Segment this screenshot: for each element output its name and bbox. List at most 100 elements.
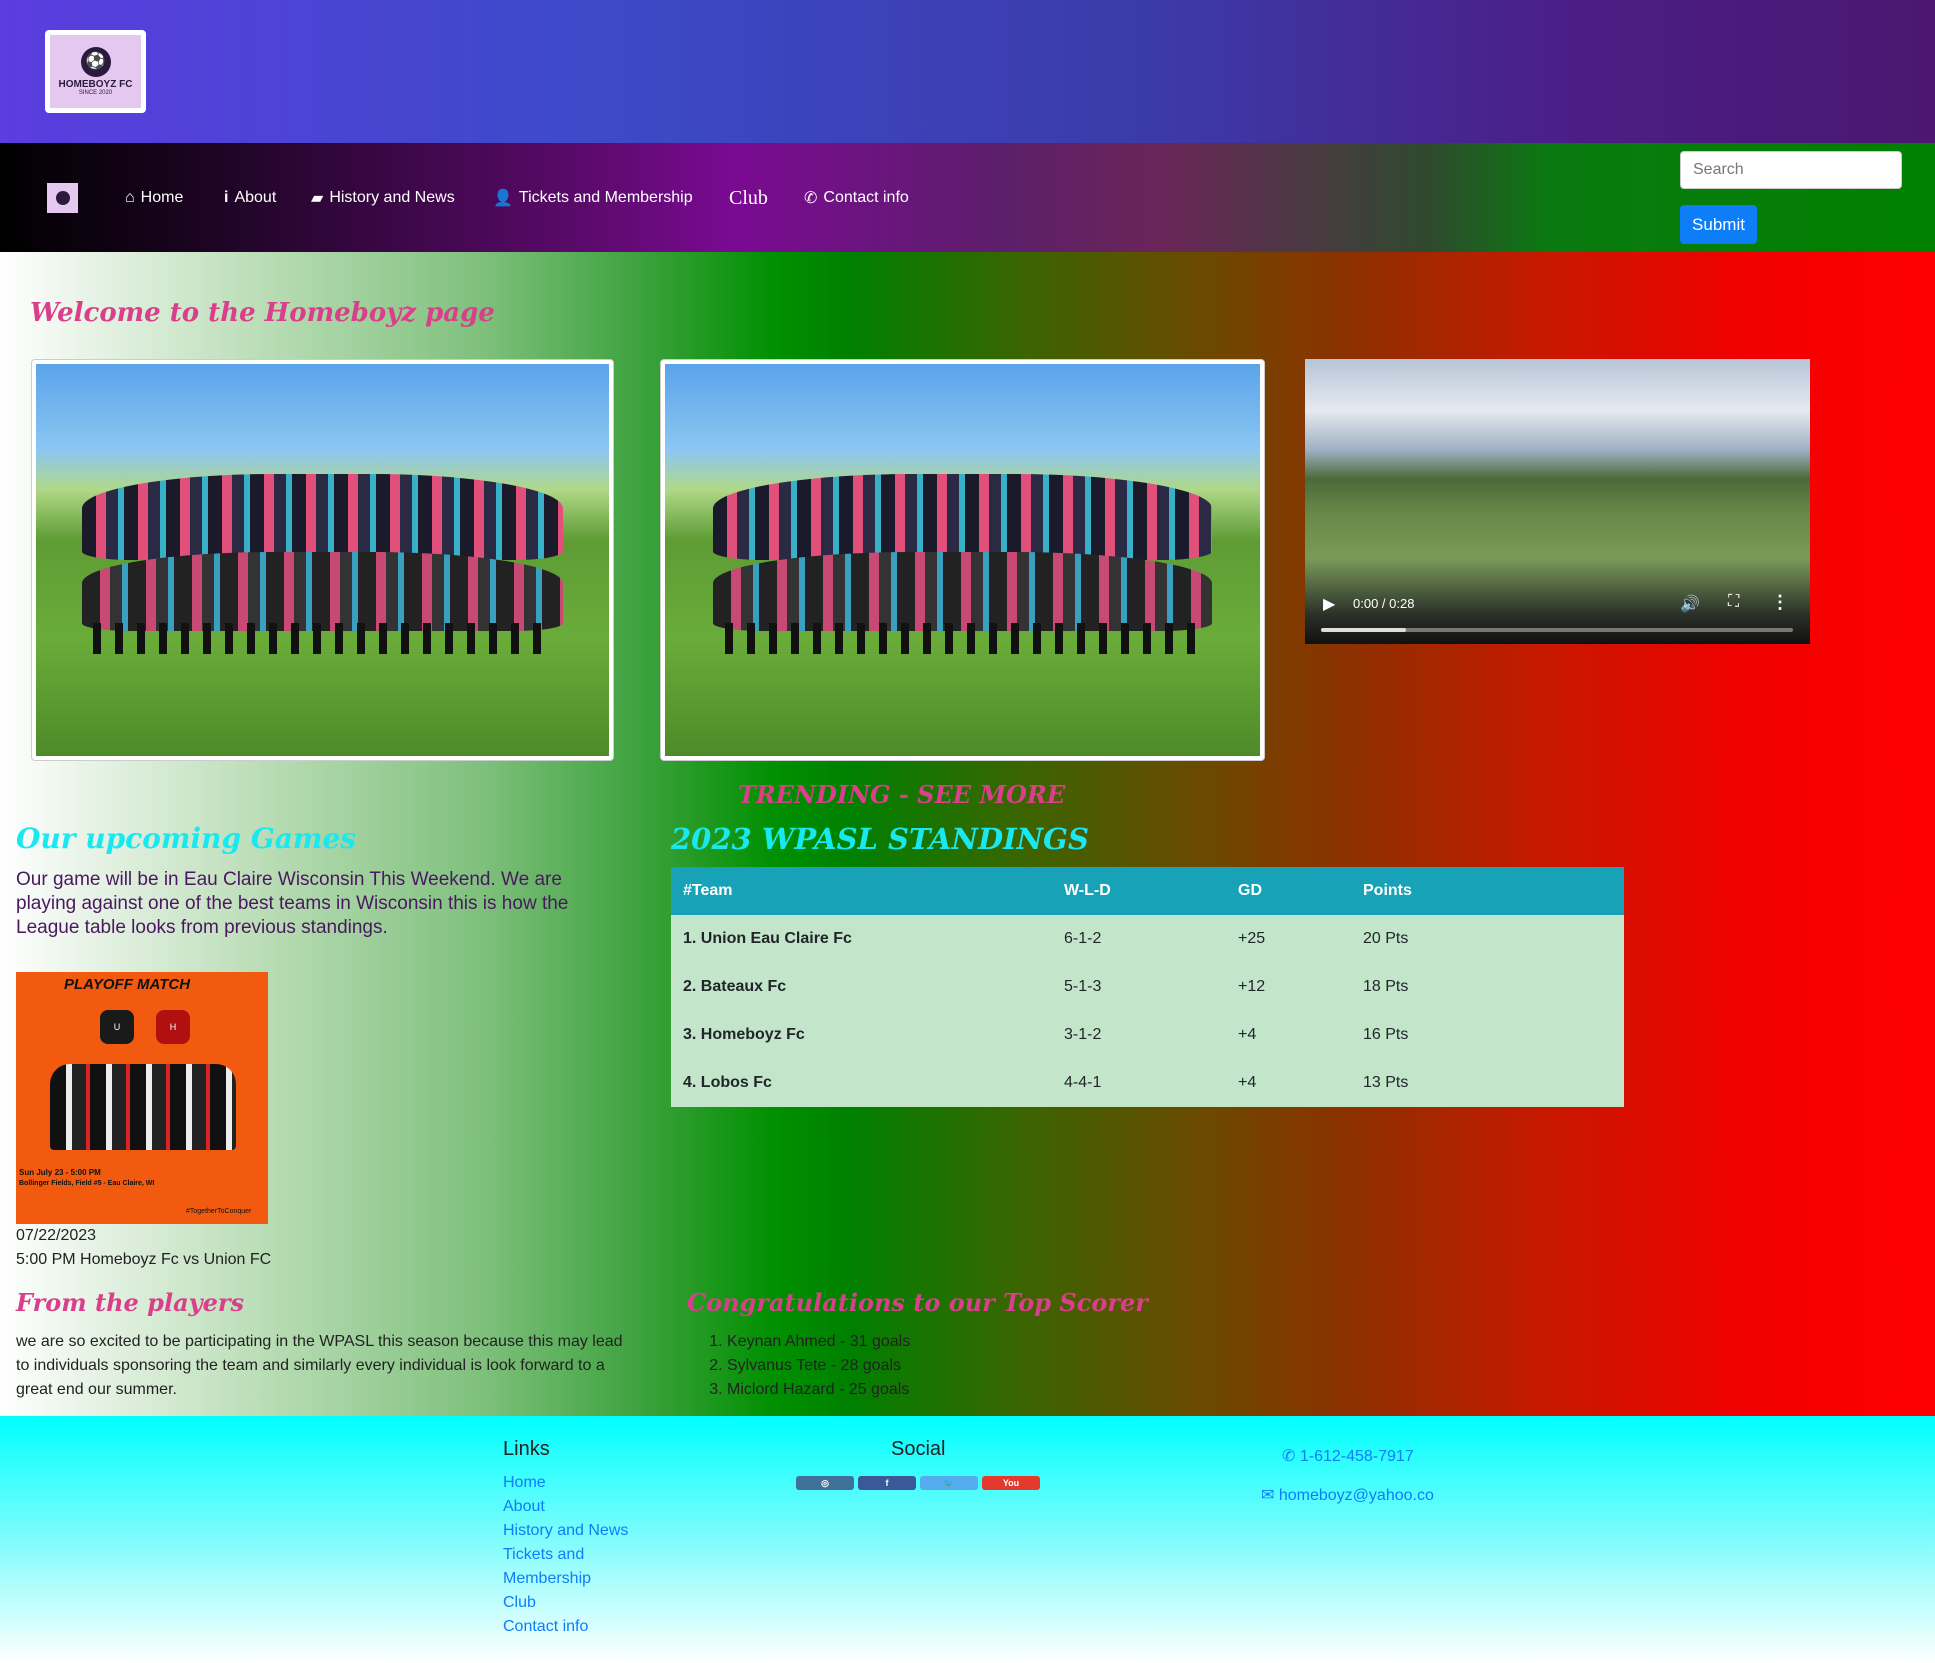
players-front-row bbox=[712, 552, 1213, 631]
list-item: Miclord Hazard - 25 goals bbox=[727, 1378, 910, 1402]
poster-title: PLAYOFF MATCH bbox=[64, 976, 191, 993]
footer-link-about[interactable]: About bbox=[503, 1495, 643, 1519]
points-cell: 13 Pts bbox=[1351, 1059, 1624, 1107]
logo-title: HOMEBOYZ FC bbox=[58, 78, 133, 90]
logo-badge: ⚽ HOMEBOYZ FC SINCE 2020 bbox=[50, 35, 141, 108]
players-back-row bbox=[712, 473, 1213, 560]
footer-link-tickets-membership[interactable]: Tickets and Membership bbox=[503, 1543, 643, 1591]
nav-about-label: About bbox=[234, 189, 277, 206]
fullscreen-icon[interactable]: ⛶ bbox=[1728, 593, 1739, 611]
video-controls: ▶ 0:00 / 0:28 🔊 ⛶ ⋮ bbox=[1305, 584, 1810, 644]
team-cell: 2. Bateaux Fc bbox=[671, 963, 1052, 1011]
soccer-ball-icon bbox=[55, 191, 70, 205]
team-photo-image bbox=[665, 364, 1260, 756]
team-cell: 3. Homeboyz Fc bbox=[671, 1011, 1052, 1059]
game-date: 07/22/2023 bbox=[16, 1227, 97, 1244]
footer-email[interactable]: ✉ homeboyz@yahoo.co bbox=[1261, 1485, 1434, 1505]
nav-home[interactable]: ⌂ Home bbox=[125, 183, 183, 213]
nav-club[interactable]: Club bbox=[729, 183, 768, 213]
team-photo-2 bbox=[660, 359, 1265, 761]
nav-contact-label: Contact info bbox=[823, 189, 909, 206]
table-row: 1. Union Eau Claire Fc 6-1-2 +25 20 Pts bbox=[671, 915, 1624, 963]
facebook-icon[interactable]: f bbox=[858, 1476, 916, 1490]
players-text: we are so excited to be participating in… bbox=[16, 1333, 623, 1398]
points-cell: 20 Pts bbox=[1351, 915, 1624, 963]
players-front-row bbox=[81, 552, 564, 631]
footer-link-contact-info[interactable]: Contact info bbox=[503, 1615, 643, 1639]
team-cell: 4. Lobos Fc bbox=[671, 1059, 1052, 1107]
record-cell: 3-1-2 bbox=[1052, 1011, 1226, 1059]
points-cell: 16 Pts bbox=[1351, 1011, 1624, 1059]
game-description: 5:00 PM Homeboyz Fc vs Union FC bbox=[16, 1251, 272, 1268]
union-crest-icon: U bbox=[100, 1010, 134, 1044]
welcome-heading: Welcome to the Homeboyz page bbox=[30, 298, 495, 328]
nav-tickets-label: Tickets and Membership bbox=[518, 189, 693, 206]
poster-players-image bbox=[50, 1064, 236, 1150]
volume-icon[interactable]: 🔊 bbox=[1680, 594, 1700, 614]
top-scorer-heading: Congratulations to our Top Scorer bbox=[687, 1288, 1148, 1317]
standings-heading: 2023 WPASL STANDINGS bbox=[671, 822, 1089, 856]
info-icon: i bbox=[224, 189, 229, 206]
phone-number: 1-612-458-7917 bbox=[1299, 1448, 1414, 1465]
record-cell: 4-4-1 bbox=[1052, 1059, 1226, 1107]
column-header: Points bbox=[1351, 867, 1624, 915]
nav-history-label: History and News bbox=[329, 189, 455, 206]
footer-links: Home About History and News Tickets and … bbox=[503, 1471, 643, 1639]
footer-link-home[interactable]: Home bbox=[503, 1471, 643, 1495]
social-buttons: ◎ f 🐦 You bbox=[796, 1476, 1040, 1490]
footer-phone[interactable]: ✆ 1-612-458-7917 bbox=[1282, 1446, 1414, 1466]
record-cell: 6-1-2 bbox=[1052, 915, 1226, 963]
instagram-icon[interactable]: ◎ bbox=[796, 1476, 854, 1490]
more-options-icon[interactable]: ⋮ bbox=[1771, 592, 1789, 613]
nav-history-news[interactable]: ▰ History and News bbox=[311, 183, 455, 213]
players-legs bbox=[724, 622, 1201, 655]
upcoming-games-heading: Our upcoming Games bbox=[16, 822, 357, 855]
nav-contact-info[interactable]: ✆ Contact info bbox=[804, 183, 909, 213]
book-icon: ▰ bbox=[311, 190, 324, 207]
home-icon: ⌂ bbox=[125, 189, 135, 206]
twitter-icon[interactable]: 🐦 bbox=[920, 1476, 978, 1490]
team-photo-image bbox=[36, 364, 609, 756]
site-footer bbox=[0, 1416, 1935, 1663]
nav-about[interactable]: i About bbox=[224, 183, 276, 213]
homeboyz-crest-icon: H bbox=[156, 1010, 190, 1044]
list-item: Keynan Ahmed - 31 goals bbox=[727, 1330, 910, 1354]
phone-icon: ✆ bbox=[804, 190, 818, 207]
record-cell: 5-1-3 bbox=[1052, 963, 1226, 1011]
team-photo-1 bbox=[31, 359, 614, 761]
trending-link[interactable]: TRENDING - SEE MORE bbox=[738, 780, 1065, 809]
footer-link-history-news[interactable]: History and News bbox=[503, 1519, 643, 1543]
footer-link-club[interactable]: Club bbox=[503, 1591, 643, 1615]
user-plus-icon: 👤 bbox=[493, 190, 513, 207]
envelope-icon: ✉ bbox=[1261, 1487, 1275, 1504]
footer-links-heading: Links bbox=[503, 1438, 550, 1460]
column-header: GD bbox=[1226, 867, 1351, 915]
points-cell: 18 Pts bbox=[1351, 963, 1624, 1011]
goal-diff-cell: +25 bbox=[1226, 915, 1351, 963]
logo-subtitle: SINCE 2020 bbox=[78, 89, 113, 96]
match-video-player[interactable]: ▶ 0:00 / 0:28 🔊 ⛶ ⋮ bbox=[1305, 359, 1810, 644]
nav-logo[interactable] bbox=[47, 183, 78, 213]
phone-icon: ✆ bbox=[1282, 1448, 1296, 1465]
list-item: Sylvanus Tete - 28 goals bbox=[727, 1354, 910, 1378]
goal-diff-cell: +4 bbox=[1226, 1059, 1351, 1107]
submit-button[interactable]: Submit bbox=[1680, 205, 1757, 244]
nav-tickets-membership[interactable]: 👤 Tickets and Membership bbox=[493, 183, 693, 213]
poster-date: Sun July 23 - 5:00 PM bbox=[19, 1168, 101, 1177]
play-icon[interactable]: ▶ bbox=[1323, 594, 1335, 614]
poster-venue: Bollinger Fields, Field #5 - Eau Claire,… bbox=[19, 1180, 155, 1187]
video-progress-bar[interactable] bbox=[1321, 628, 1793, 632]
soccer-ball-icon: ⚽ bbox=[80, 46, 111, 77]
standings-header-row: #Team W-L-D GD Points bbox=[671, 867, 1624, 915]
site-header: ⚽ HOMEBOYZ FC SINCE 2020 bbox=[0, 0, 1935, 143]
nav-club-label: Club bbox=[729, 186, 768, 209]
video-time: 0:00 / 0:28 bbox=[1353, 596, 1415, 611]
navbar: ⌂ Home i About ▰ History and News 👤 Tick… bbox=[0, 143, 1935, 252]
players-heading: From the players bbox=[16, 1288, 244, 1317]
site-logo[interactable]: ⚽ HOMEBOYZ FC SINCE 2020 bbox=[45, 30, 146, 113]
video-progress-fill bbox=[1321, 628, 1406, 632]
youtube-icon[interactable]: You bbox=[982, 1476, 1040, 1490]
search-input[interactable] bbox=[1680, 151, 1902, 189]
column-header: #Team bbox=[671, 867, 1052, 915]
goal-diff-cell: +4 bbox=[1226, 1011, 1351, 1059]
